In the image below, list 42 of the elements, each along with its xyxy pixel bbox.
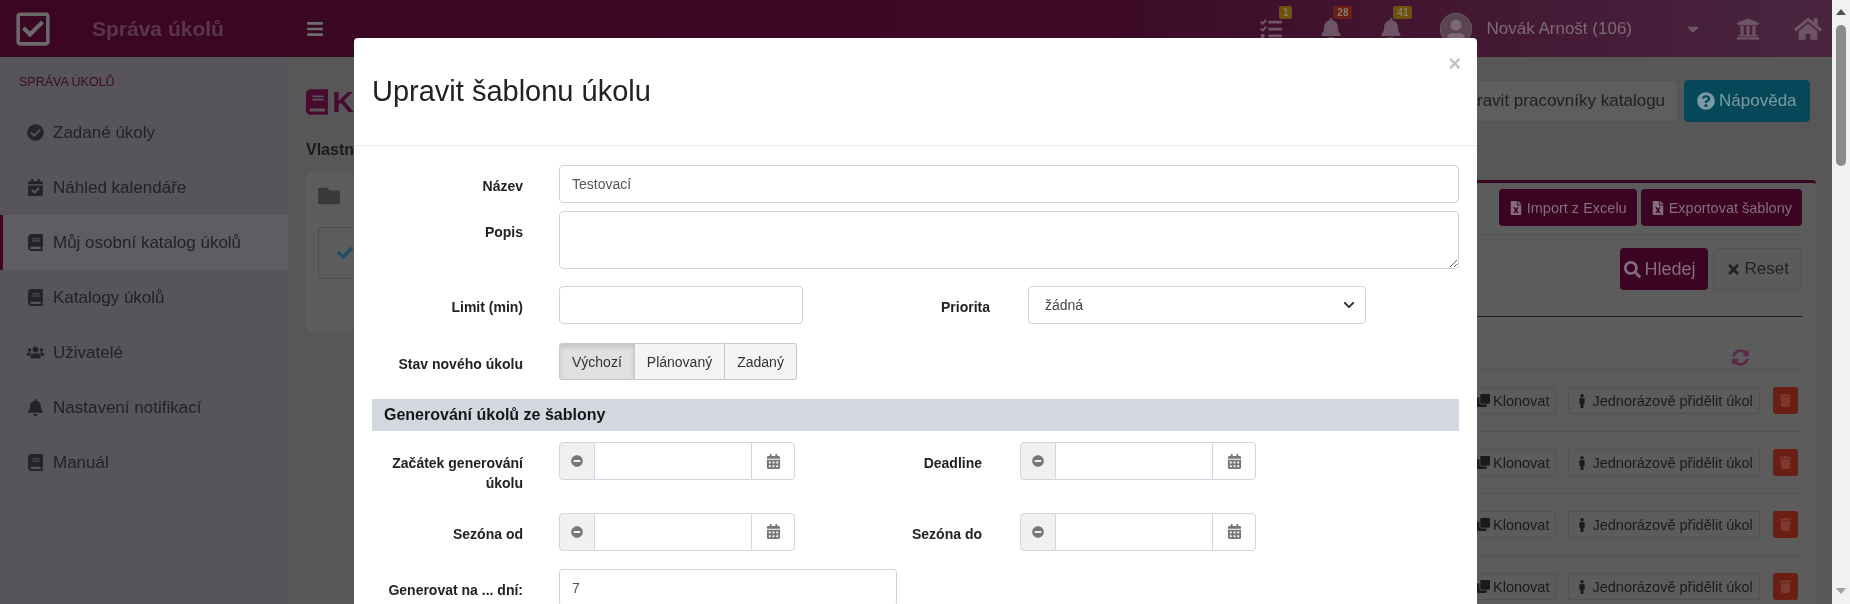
state-option[interactable]: Výchozí [559, 343, 635, 380]
field-label: Priorita [940, 298, 990, 317]
page-heading: K [332, 85, 354, 119]
clone-button[interactable]: Klonovat [1477, 511, 1557, 538]
days-field[interactable]: 7 [559, 568, 897, 604]
name-field[interactable]: Testovací [559, 165, 1459, 203]
field-label: Deadline [922, 454, 982, 473]
clone-button[interactable]: Klonovat [1477, 387, 1557, 414]
assign-button[interactable]: Jednorázově přidělit úkol [1568, 573, 1760, 600]
sidebar-label: Můj osobní katalog úkolů [53, 232, 242, 253]
count-badge: 1 [1278, 5, 1293, 19]
close-button[interactable]: × [1448, 51, 1461, 77]
priority-select[interactable]: žádná [1028, 286, 1366, 324]
field-label: Název [481, 177, 523, 196]
state-option[interactable]: Zadaný [724, 343, 797, 380]
count-badge: 28 [1333, 5, 1353, 19]
clone-button[interactable]: Klonovat [1477, 449, 1557, 476]
search-button[interactable]: Hledej [1619, 248, 1708, 290]
field-label: Začátek generování úkolu [391, 454, 523, 494]
edit-workers-button[interactable]: ravit pracovníky katalogu [1477, 80, 1679, 122]
import-button[interactable]: Import z Excelu [1498, 189, 1637, 226]
assign-button[interactable]: Jednorázově přidělit úkol [1568, 449, 1760, 476]
field-label: Popis [483, 223, 523, 242]
assign-button[interactable]: Jednorázově přidělit úkol [1568, 387, 1760, 414]
export-button[interactable]: Exportovat šablony [1640, 189, 1802, 226]
field-label: Sezóna od [452, 524, 523, 544]
count-badge: 41 [1393, 5, 1413, 19]
state-option[interactable]: Plánovaný [633, 343, 726, 380]
field-label: Stav nového úkolu [397, 355, 523, 374]
field-label: Sezóna do [911, 524, 982, 544]
help-button[interactable]: Nápověda [1684, 80, 1810, 122]
section-title: Vlastn [306, 141, 354, 159]
user-name[interactable]: Novák Arnošt (106) [1486, 18, 1632, 39]
field-label: Generovat na ... dní: [387, 580, 523, 600]
section-header: Generování úkolů ze šablony [372, 399, 1459, 431]
modal-title: Upravit šablonu úkolu [372, 75, 651, 108]
field-label: Limit (min) [450, 298, 523, 317]
clone-button[interactable]: Klonovat [1477, 573, 1557, 600]
sidebar-heading: SPRÁVA ÚKOLŮ [18, 75, 116, 89]
sidebar-item[interactable]: Můj osobní katalog úkolů [0, 215, 288, 270]
reset-button[interactable]: Reset [1712, 248, 1802, 290]
assign-button[interactable]: Jednorázově přidělit úkol [1568, 511, 1760, 538]
